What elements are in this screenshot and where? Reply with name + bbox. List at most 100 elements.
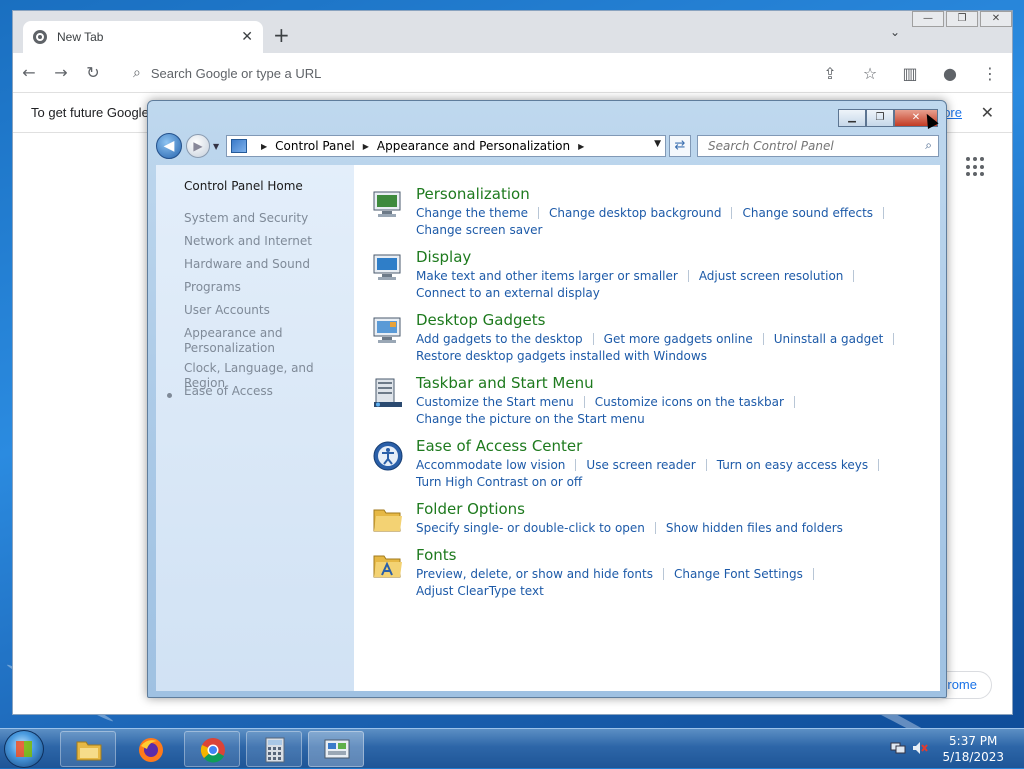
cp-back-button[interactable]: ◀ [156,133,182,159]
search-icon[interactable]: ⌕ [925,138,932,153]
link-high-contrast[interactable]: Turn High Contrast on or off [416,475,582,489]
category-title[interactable]: Display [416,248,471,266]
category-title[interactable]: Folder Options [416,500,525,518]
link-customize-taskbar-icons[interactable]: Customize icons on the taskbar [595,395,784,409]
browser-toolbar: ← → ↻ ⌕ Search Google or type a URL ⇪ ☆ … [13,53,1012,93]
link-change-screen-saver[interactable]: Change screen saver [416,223,543,237]
breadcrumb-control-panel[interactable]: Control Panel [275,139,355,153]
link-screen-resolution[interactable]: Adjust screen resolution [699,269,844,283]
search-icon: ⌕ [133,65,141,81]
link-screen-reader[interactable]: Use screen reader [586,458,695,472]
link-add-gadgets[interactable]: Add gadgets to the desktop [416,332,583,346]
menu-kebab-icon[interactable]: ⋮ [974,64,1006,83]
system-tray: 5:37 PM 5/18/2023 [874,729,1024,769]
tab-new-tab[interactable]: New Tab ✕ [23,21,263,53]
chrome-icon [200,738,225,763]
breadcrumb-separator-icon[interactable]: ▶ [363,142,369,151]
sidebar-item-user-accounts[interactable]: User Accounts [184,303,349,318]
category-links: Make text and other items larger or smal… [416,268,916,302]
link-restore-gadgets[interactable]: Restore desktop gadgets installed with W… [416,349,707,363]
taskbar: 5:37 PM 5/18/2023 [0,728,1024,768]
google-apps-icon[interactable] [966,157,986,177]
clock[interactable]: 5:37 PM 5/18/2023 [942,733,1004,765]
cp-forward-button[interactable]: ▶ [186,134,210,158]
sidebar-item-network-and-internet[interactable]: Network and Internet [184,234,349,249]
link-preview-fonts[interactable]: Preview, delete, or show and hide fonts [416,567,653,581]
control-panel-icon [231,139,247,153]
breadcrumb-separator-icon[interactable]: ▶ [261,142,267,151]
sidebar-item-programs[interactable]: Programs [184,280,349,295]
search-box[interactable]: ⌕ [697,135,939,157]
browser-close-button[interactable]: ✕ [980,11,1012,27]
taskbar-firefox-button[interactable] [122,731,178,767]
category-links: Change the theme Change desktop backgroun… [416,205,916,239]
share-icon[interactable]: ⇪ [814,64,846,83]
sidebar-item-hardware-and-sound[interactable]: Hardware and Sound [184,257,349,272]
link-uninstall-gadget[interactable]: Uninstall a gadget [774,332,884,346]
tab-close-icon[interactable]: ✕ [241,29,253,45]
link-more-gadgets-online[interactable]: Get more gadgets online [604,332,753,346]
address-dropdown-icon[interactable]: ▼ [654,139,661,149]
tab-strip: New Tab ✕ + ⌄ — ❐ ✕ [13,11,1012,53]
tab-search-chevron-icon[interactable]: ⌄ [890,25,900,39]
volume-muted-icon[interactable] [912,741,928,755]
link-change-start-picture[interactable]: Change the picture on the Start menu [416,412,645,426]
link-change-theme[interactable]: Change the theme [416,206,528,220]
clock-date: 5/18/2023 [942,750,1004,764]
refresh-button[interactable]: ⇄ [669,135,691,157]
link-single-double-click[interactable]: Specify single- or double-click to open [416,521,645,535]
sidebar-control-panel-home[interactable]: Control Panel Home [184,179,303,193]
address-bar[interactable]: ▶ Control Panel ▶ Appearance and Persona… [226,135,666,157]
link-text-size[interactable]: Make text and other items larger or smal… [416,269,678,283]
side-panel-icon[interactable]: ▥ [894,64,926,83]
reload-icon[interactable]: ↻ [77,63,109,82]
cp-maximize-button[interactable]: ❐ [866,109,894,127]
new-tab-button[interactable]: + [273,23,290,47]
category-title[interactable]: Ease of Access Center [416,437,582,455]
taskbar-control-panel-button[interactable] [308,731,364,767]
control-panel-window: ▁ ❐ ✕ ◀ ▶ ▼ ▶ Control Panel ▶ Appearance… [147,100,947,698]
link-external-display[interactable]: Connect to an external display [416,286,600,300]
category-links: Customize the Start menu Customize icons … [416,394,916,428]
start-button[interactable] [4,730,44,768]
control-panel-icon [324,739,350,759]
taskbar-chrome-button[interactable] [184,731,240,767]
taskbar-calculator-button[interactable] [246,731,302,767]
search-input[interactable] [706,138,906,154]
forward-arrow-icon[interactable]: → [45,63,77,82]
profile-avatar-icon[interactable]: ● [934,64,966,83]
bookmark-star-icon[interactable]: ☆ [854,64,886,83]
breadcrumb-separator-icon[interactable]: ▶ [578,142,584,151]
back-arrow-icon[interactable]: ← [13,63,45,82]
taskbar-explorer-button[interactable] [60,731,116,767]
omnibox[interactable]: ⌕ Search Google or type a URL [123,57,882,89]
network-icon[interactable] [890,741,906,755]
link-easy-access-keys[interactable]: Turn on easy access keys [717,458,868,472]
current-section-bullet-icon [167,393,172,398]
recent-pages-dropdown-icon[interactable]: ▼ [213,142,219,151]
cp-minimize-button[interactable]: ▁ [838,109,866,127]
category-title[interactable]: Taskbar and Start Menu [416,374,594,392]
category-title[interactable]: Fonts [416,546,456,564]
ease-of-access-icon [373,441,403,471]
link-low-vision[interactable]: Accommodate low vision [416,458,565,472]
clock-time: 5:37 PM [949,734,998,748]
category-title[interactable]: Desktop Gadgets [416,311,545,329]
breadcrumb-appearance[interactable]: Appearance and Personalization [377,139,570,153]
link-customize-start-menu[interactable]: Customize the Start menu [416,395,574,409]
sidebar-item-ease-of-access[interactable]: Ease of Access [184,384,349,399]
category-links: Accommodate low vision Use screen reader T… [416,457,916,491]
link-change-sound-effects[interactable]: Change sound effects [742,206,873,220]
link-change-desktop-background[interactable]: Change desktop background [549,206,721,220]
display-icon [373,254,401,280]
link-cleartype[interactable]: Adjust ClearType text [416,584,544,598]
sidebar-item-system-and-security[interactable]: System and Security [184,211,349,226]
link-font-settings[interactable]: Change Font Settings [674,567,803,581]
category-links: Preview, delete, or show and hide fonts C… [416,566,916,600]
info-bar-close-icon[interactable]: ✕ [981,103,994,122]
link-show-hidden-files[interactable]: Show hidden files and folders [666,521,843,535]
browser-minimize-button[interactable]: — [912,11,944,27]
personalization-icon [373,191,401,217]
category-title[interactable]: Personalization [416,185,530,203]
browser-maximize-button[interactable]: ❐ [946,11,978,27]
